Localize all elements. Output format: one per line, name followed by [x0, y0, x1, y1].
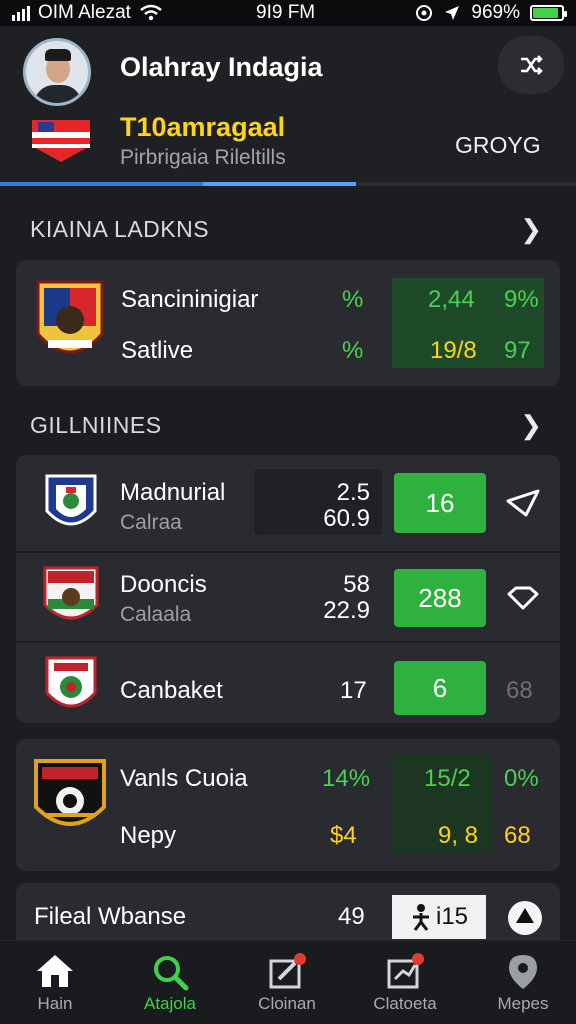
team-name: Fileal Wbanse — [34, 903, 187, 930]
league-flag-icon — [32, 120, 90, 162]
bottom-nav: Hain Atajola Cloinan Clatoeta Mepes — [0, 940, 576, 1024]
team-crest-icon — [45, 474, 97, 526]
carrier-label: OIM Alezat — [38, 2, 131, 23]
stat-value: 19/8 — [430, 337, 477, 364]
team-name: Nepy — [120, 822, 177, 849]
odds-button[interactable]: 288 — [394, 569, 486, 627]
partial-row-card[interactable]: Fileal Wbanse 49 i15 — [16, 883, 560, 943]
sync-icon — [416, 5, 433, 21]
matches-card: Madnurial Calraa 2.5 60.9 16 Dooncis Cal… — [16, 455, 560, 723]
stat-value: 15/2 — [424, 765, 471, 792]
league-title: T10amragaal — [120, 112, 286, 142]
home-icon — [37, 955, 73, 987]
chevron-right-icon[interactable]: ❯ — [520, 410, 542, 441]
nav-item-stats[interactable]: Clatoeta — [350, 941, 460, 1024]
section-title-matches: GILLNIINES — [30, 412, 162, 438]
score-value: 17 — [340, 677, 367, 704]
shuffle-icon — [521, 55, 543, 75]
team-crest-icon — [34, 759, 106, 826]
battery-percent: 969% — [471, 2, 520, 23]
stat-value: 49 — [338, 903, 365, 930]
nav-item-edit[interactable]: Cloinan — [232, 941, 342, 1024]
nav-label: Atajola — [144, 994, 196, 1013]
team-name: Satlive — [121, 337, 194, 364]
nav-label: Cloinan — [258, 994, 316, 1013]
team-name: Madnurial — [120, 479, 226, 506]
team-crest-icon — [36, 280, 104, 354]
team-city: Calaala — [120, 603, 192, 626]
map-pin-icon — [509, 955, 537, 989]
edit-icon — [269, 953, 306, 989]
stat-value: 97 — [504, 337, 531, 364]
team-name: Sancininigiar — [121, 286, 259, 313]
stat-value: 9, 8 — [438, 822, 479, 849]
signal-icon — [12, 5, 30, 21]
score-value: 58 — [343, 571, 370, 598]
league-subtitle: Pirbrigaia Rileltills — [120, 146, 286, 169]
battery-icon — [530, 5, 567, 21]
team-name: Vanls Cuoia — [120, 765, 248, 792]
stat-value: 14% — [322, 765, 371, 792]
score-value: 2.5 — [336, 479, 370, 506]
player-stat-box[interactable]: i15 — [392, 895, 486, 939]
nav-item-search[interactable]: Atajola — [115, 941, 225, 1024]
stat-value: 2,44 — [428, 286, 475, 313]
user-name: Olahray Indagia — [120, 52, 323, 82]
row-divider — [16, 551, 560, 553]
ball-icon[interactable] — [506, 899, 544, 937]
tab-indicator-highlight — [203, 182, 356, 186]
score-value: 60.9 — [323, 505, 370, 532]
status-time: 9I9 FM — [256, 2, 316, 23]
avatar[interactable] — [23, 38, 91, 106]
odds-button[interactable]: 6 — [394, 661, 486, 715]
chevron-right-icon[interactable]: ❯ — [520, 214, 542, 245]
team-crest-icon — [43, 566, 99, 620]
odds-button[interactable]: 16 — [394, 473, 486, 533]
extra-value: 68 — [506, 677, 533, 704]
stat-value: % — [342, 286, 364, 313]
wifi-icon — [140, 4, 162, 21]
score-value: 22.9 — [323, 597, 370, 624]
status-bar: OIM Alezat 9I9 FM 969% — [0, 0, 576, 26]
team-name: Canbaket — [120, 677, 223, 704]
stat-value: 9% — [504, 286, 539, 313]
person-icon — [412, 904, 429, 931]
stat-value: 0% — [504, 765, 539, 792]
group-tab[interactable]: GROYG — [455, 132, 541, 159]
nav-label: Clatoeta — [373, 994, 437, 1013]
location-arrow-icon — [445, 6, 460, 20]
team-name: Dooncis — [120, 571, 207, 598]
nav-item-maps[interactable]: Mepes — [468, 941, 576, 1024]
player-stat-value: i15 — [435, 903, 469, 930]
stat-value: % — [342, 337, 364, 364]
row-divider — [16, 641, 560, 643]
section-title-standings: KIAINA LADKNS — [30, 216, 210, 242]
chart-icon — [387, 953, 424, 989]
profile-header: Olahray Indagia T10amragaal Pirbrigaia R… — [0, 26, 576, 186]
stat-value: 68 — [504, 822, 531, 849]
team-crest-icon — [45, 656, 97, 708]
stats-card[interactable]: Vanls Cuoia 14% 15/2 0% Nepy $4 9, 8 68 — [16, 739, 560, 871]
stat-value: $4 — [330, 822, 357, 849]
standings-card[interactable]: Sancininigiar % 2,44 9% Satlive % 19/8 9… — [16, 260, 560, 386]
send-icon[interactable] — [506, 489, 540, 517]
nav-item-home[interactable]: Hain — [0, 941, 110, 1024]
nav-label: Hain — [37, 994, 73, 1013]
team-city: Calraa — [120, 511, 182, 534]
nav-label: Mepes — [497, 994, 549, 1013]
shuffle-button[interactable] — [498, 36, 564, 94]
chevron-down-icon[interactable] — [506, 585, 540, 611]
battery-level — [533, 8, 558, 18]
search-icon — [154, 956, 189, 991]
